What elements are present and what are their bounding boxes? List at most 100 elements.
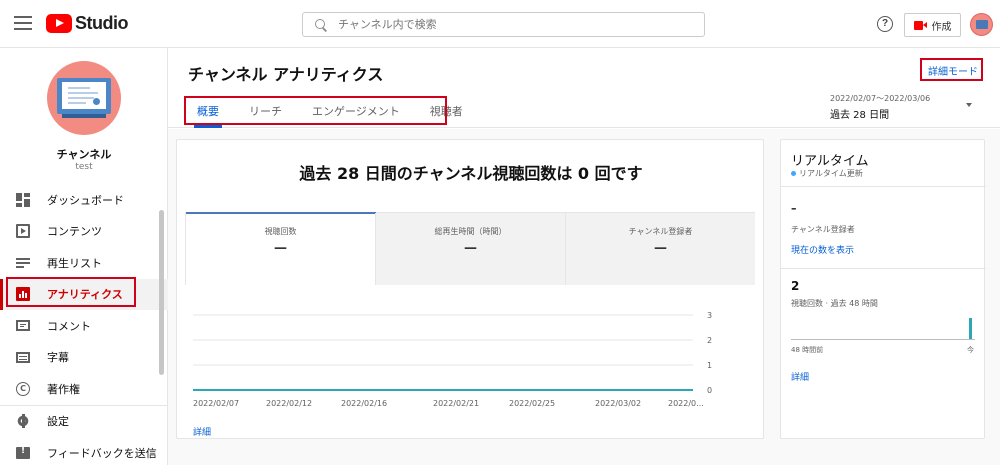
sidebar-item-feedback[interactable]: フィードバックを送信 [0,437,168,465]
advanced-mode-link[interactable]: 詳細モード [928,63,978,78]
metric-views[interactable]: 視聴回数 — [185,212,376,285]
metric-value: — [654,241,667,256]
date-range-selector[interactable]: 2022/02/07～2022/03/06 過去 28 日間 [830,93,930,121]
views-line-chart: 3 2 1 0 2022/02/07 2022/02/12 2022/02/16 2022/0… [193,311,712,408]
x-tick-label: 2022/0... [668,399,704,408]
studio-logo[interactable]: Studio [46,13,129,34]
y-tick-label: 1 [707,361,712,370]
metric-tabs: 視聴回数 — 総再生時間（時間） — チャンネル登録者 — [185,212,755,285]
metric-watch-time[interactable]: 総再生時間（時間） — [375,213,565,285]
analytics-icon [16,287,30,302]
sidebar-item-label: アナリティクス [47,288,123,302]
tab-reach[interactable]: リーチ [240,100,291,128]
realtime-bar [969,318,972,339]
realtime-title: リアルタイム [791,154,869,169]
sidebar-item-playlists[interactable]: 再生リスト [0,247,168,279]
copyright-icon: C [16,381,30,396]
sidebar-item-content[interactable]: コンテンツ [0,216,168,248]
realtime-axis-end: 今 [967,346,974,354]
show-current-count-link[interactable]: 現在の数を表示 [791,243,854,256]
metric-value: — [274,241,287,256]
sidebar-item-label: 再生リスト [47,256,102,270]
metric-label: チャンネル登録者 [628,227,693,236]
sidebar-item-dashboard[interactable]: ダッシュボード [0,184,168,216]
sidebar-item-comments[interactable]: コメント [0,310,168,342]
feedback-icon [16,446,30,459]
main-content: チャンネル アナリティクス 概要 リーチ エンゲージメント 視聴者 詳細モード … [168,48,1000,465]
playlist-icon [16,255,30,270]
help-icon[interactable]: ? [877,16,893,32]
metric-subscribers[interactable]: チャンネル登録者 — [565,213,755,285]
content-icon [16,224,30,239]
sidebar-item-label: 設定 [47,415,69,429]
sidebar-item-copyright[interactable]: C 著作権 [0,373,168,405]
youtube-play-icon [46,14,72,33]
live-dot-icon [791,171,796,176]
gear-icon [16,414,30,429]
sidebar-item-label: 字幕 [47,351,69,365]
realtime-more-link[interactable]: 詳細 [791,370,809,383]
create-button-label: 作成 [931,21,952,33]
channel-name: チャンネル [56,148,112,161]
tab-overview[interactable]: 概要 [188,100,228,128]
sidebar-item-label: フィードバックを送信 [47,446,157,460]
overview-more-link[interactable]: 詳細 [193,425,211,438]
tab-engagement[interactable]: エンゲージメント [303,100,409,128]
sidebar-item-label: コメント [47,319,91,333]
realtime-card: リアルタイム リアルタイム更新 – チャンネル登録者 現在の数を表示 2 視聴回… [780,139,986,439]
realtime-views-label: 視聴回数 · 過去 48 時間 [791,299,878,308]
sidebar-scrollbar[interactable] [159,210,164,375]
page-header: チャンネル アナリティクス 概要 リーチ エンゲージメント 視聴者 詳細モード … [168,48,1000,128]
sidebar-item-label: コンテンツ [47,225,102,239]
subtitles-icon [16,351,30,363]
y-tick-label: 3 [707,311,712,320]
x-tick-label: 2022/02/07 [193,399,239,408]
page-title: チャンネル アナリティクス [188,65,384,84]
analytics-tabs: 概要 リーチ エンゲージメント 視聴者 [188,100,484,128]
sidebar: チャンネル test ダッシュボード コンテンツ 再生リスト アナリティクス コ… [0,48,168,465]
search-input[interactable] [338,18,678,31]
search-icon [315,18,327,31]
x-tick-label: 2022/02/21 [433,399,479,408]
realtime-subtitle: リアルタイム更新 [791,168,863,179]
realtime-subtitle-text: リアルタイム更新 [799,169,863,178]
sidebar-item-analytics[interactable]: アナリティクス [0,278,168,310]
channel-avatar[interactable] [47,61,121,135]
menu-icon[interactable] [14,16,32,30]
sidebar-item-label: ダッシュボード [47,193,124,207]
date-range-dates: 2022/02/07～2022/03/06 [830,94,931,103]
create-button[interactable]: 作成 [904,13,961,37]
realtime-bar-chart [791,318,975,340]
monitor-illustration [57,78,111,114]
realtime-subscribers-value: – [791,202,797,215]
tab-audience[interactable]: 視聴者 [421,100,472,128]
channel-handle: test [75,162,93,172]
content-area: 過去 28 日間のチャンネル視聴回数は 0 回です 視聴回数 — 総再生時間（時… [168,129,1000,465]
realtime-views-value: 2 [791,279,800,293]
x-tick-label: 2022/02/16 [341,399,387,408]
studio-logo-text: Studio [75,13,129,33]
overview-heading: 過去 28 日間のチャンネル視聴回数は 0 回です [299,164,643,183]
metric-label: 総再生時間（時間） [434,227,507,236]
x-tick-label: 2022/03/02 [595,399,641,408]
x-tick-label: 2022/02/25 [509,399,555,408]
sidebar-item-settings[interactable]: 設定 [0,406,168,438]
realtime-divider [781,186,986,187]
sidebar-item-label: 著作権 [47,382,80,396]
video-camera-icon [913,20,927,30]
sidebar-nav: ダッシュボード コンテンツ 再生リスト アナリティクス コメント 字幕 C 著作… [0,184,168,465]
metric-value: — [464,241,477,256]
comment-icon [16,320,30,332]
metric-label: 視聴回数 [264,227,297,236]
overview-card: 過去 28 日間のチャンネル視聴回数は 0 回です 視聴回数 — 総再生時間（時… [176,139,764,439]
sidebar-item-subtitles[interactable]: 字幕 [0,342,168,374]
date-range-label: 過去 28 日間 [830,110,890,121]
dashboard-icon [16,192,30,207]
realtime-divider [781,268,986,269]
search-box[interactable] [302,12,705,37]
account-avatar[interactable] [970,13,993,36]
realtime-subscribers-label: チャンネル登録者 [791,225,855,234]
y-tick-label: 0 [707,386,712,395]
y-tick-label: 2 [707,336,712,345]
dropdown-caret-icon[interactable] [966,103,972,107]
